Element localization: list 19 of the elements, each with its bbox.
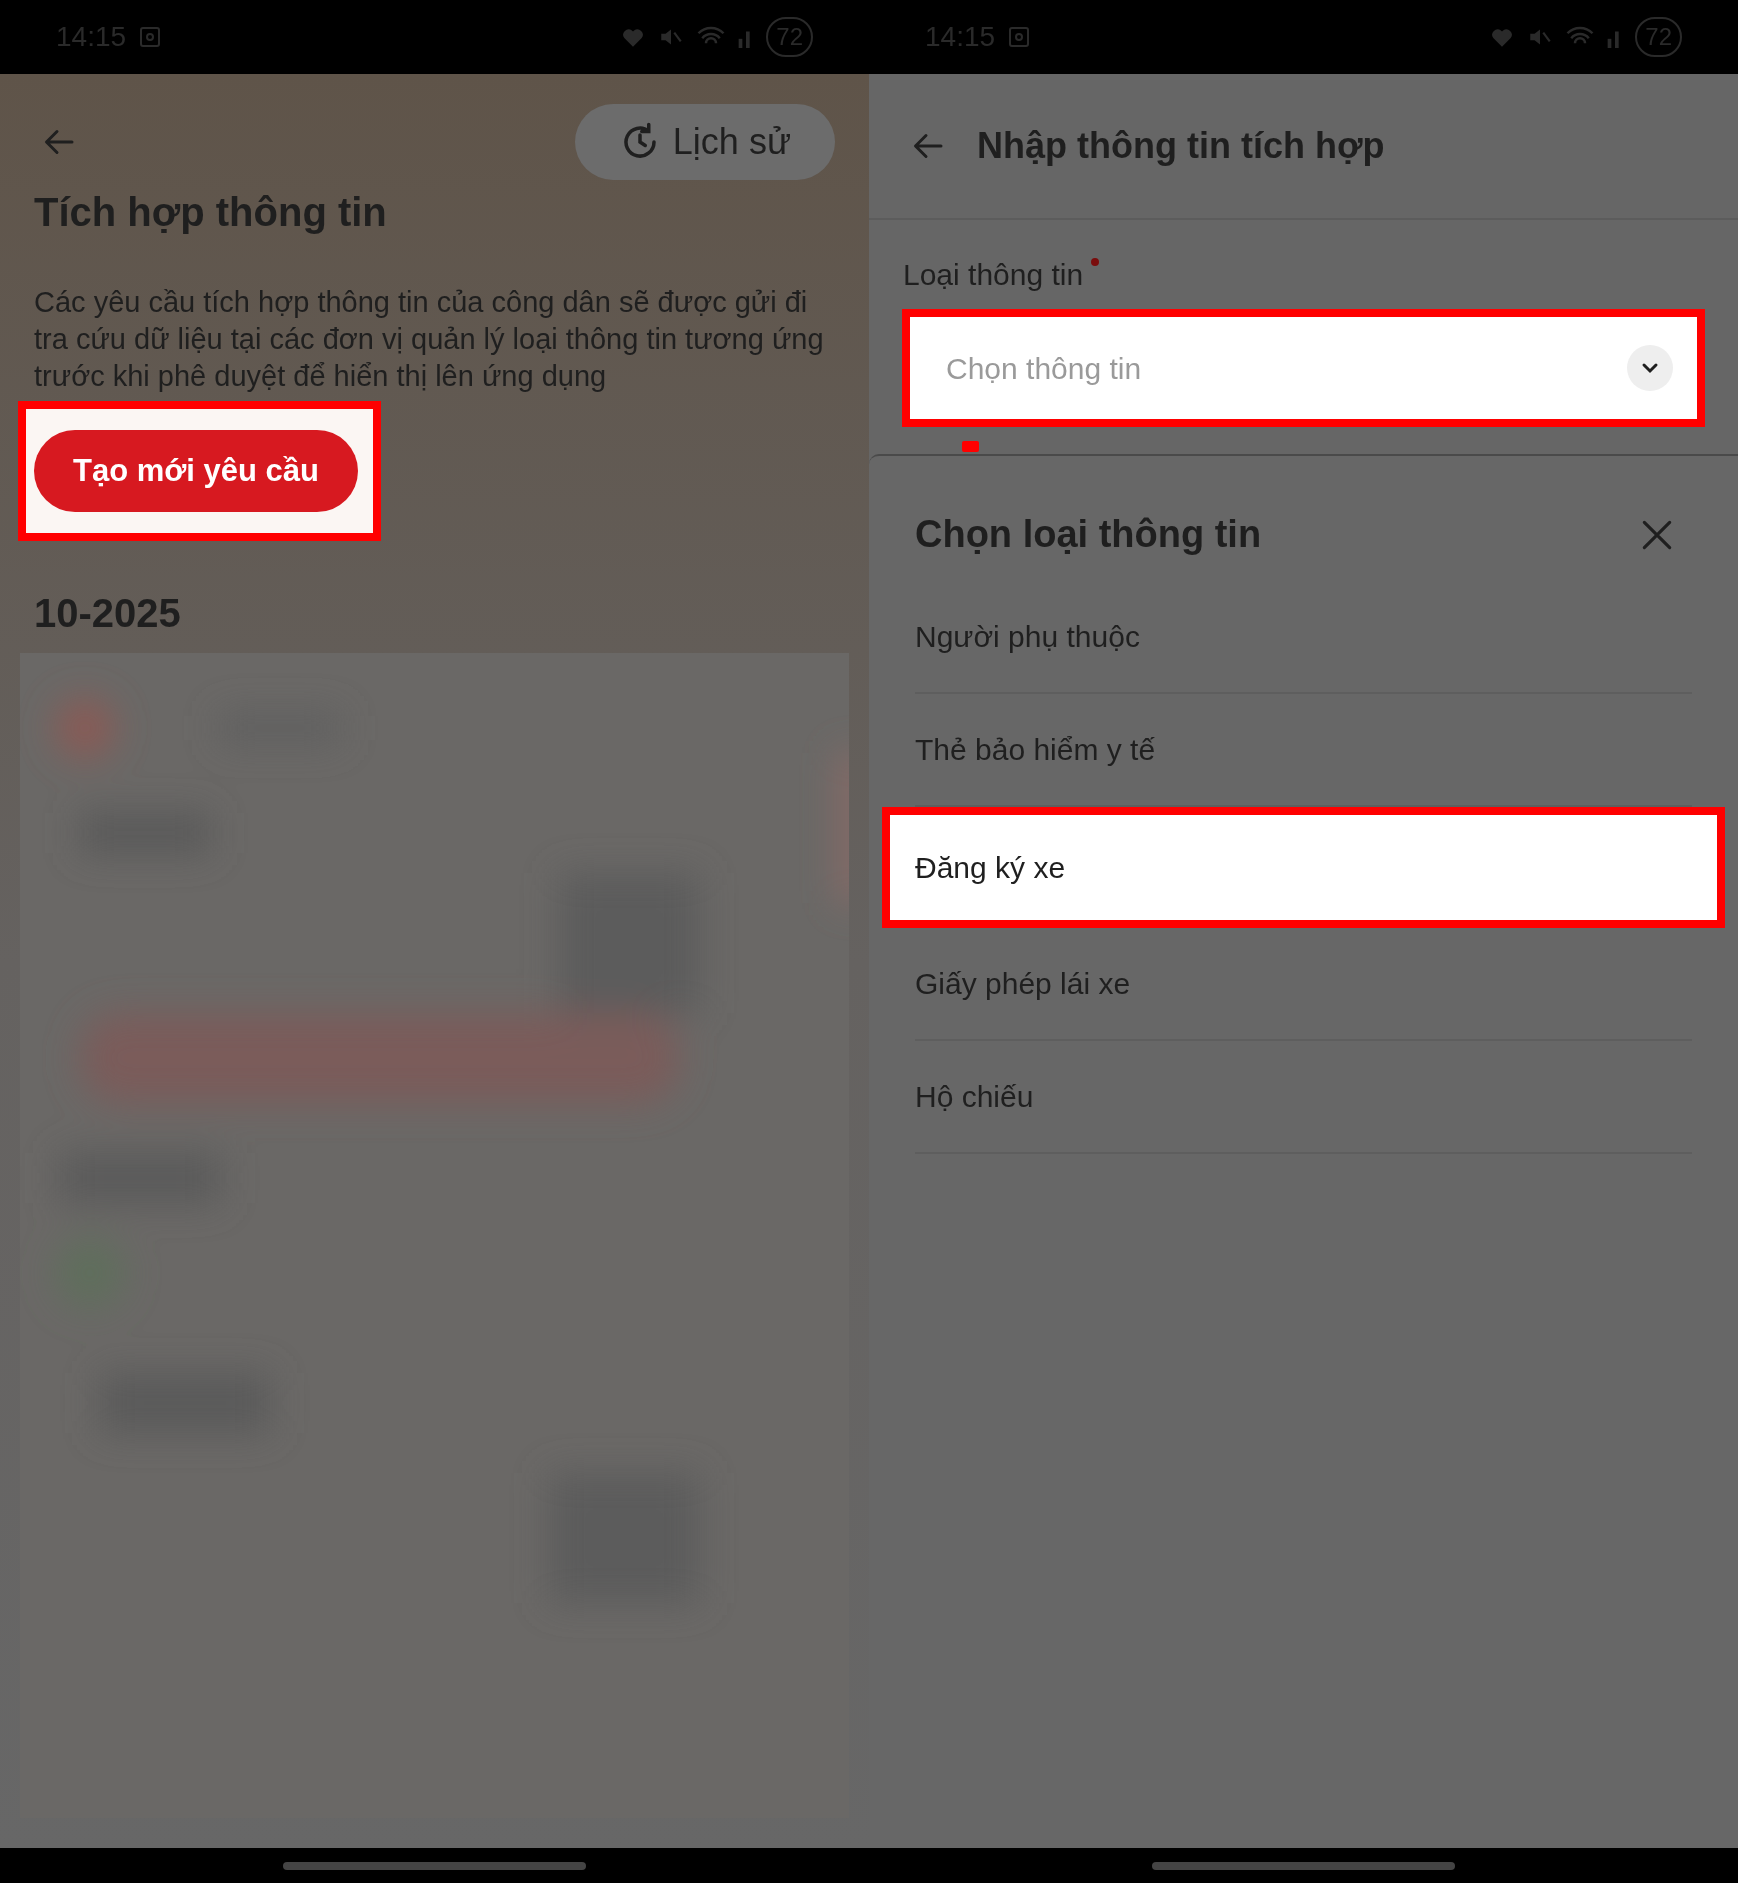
option-item[interactable]: Hộ chiếu xyxy=(915,1074,1034,1119)
home-indicator[interactable] xyxy=(1152,1861,1455,1870)
description-text: Các yêu cầu tích hợp thông tin của công dân sẽ được gửi đi tra cứu dữ liệu tại các đơn vị quản lý loại thông tin tương ứng trước khi phê duyệt để hiển thị lên ứng dụng xyxy=(33,285,825,394)
screenshot-icon xyxy=(138,25,163,49)
chevron-down-icon xyxy=(1627,345,1673,391)
option-item[interactable]: Giấy phép lái xe xyxy=(915,961,1131,1006)
option-item[interactable]: Đăng ký xe xyxy=(890,845,1066,890)
month-heading: 10-2025 xyxy=(33,590,182,637)
history-button[interactable]: Lịch sử xyxy=(574,104,835,180)
error-mark xyxy=(962,441,979,452)
page-title: Nhập thông tin tích hợp xyxy=(977,124,1385,168)
option-item[interactable]: Thẻ bảo hiểm y tế xyxy=(915,727,1156,772)
create-request-button[interactable]: Tạo mới yêu cầu xyxy=(34,430,358,512)
page-title: Tích hợp thông tin xyxy=(33,189,388,236)
sheet-title: Chọn loại thông tin xyxy=(915,512,1262,557)
screenshot-icon xyxy=(1007,25,1032,49)
field-label: Loại thông tin xyxy=(903,257,1084,293)
home-indicator[interactable] xyxy=(283,1861,586,1870)
option-item[interactable]: Người phụ thuộc xyxy=(915,614,1140,659)
